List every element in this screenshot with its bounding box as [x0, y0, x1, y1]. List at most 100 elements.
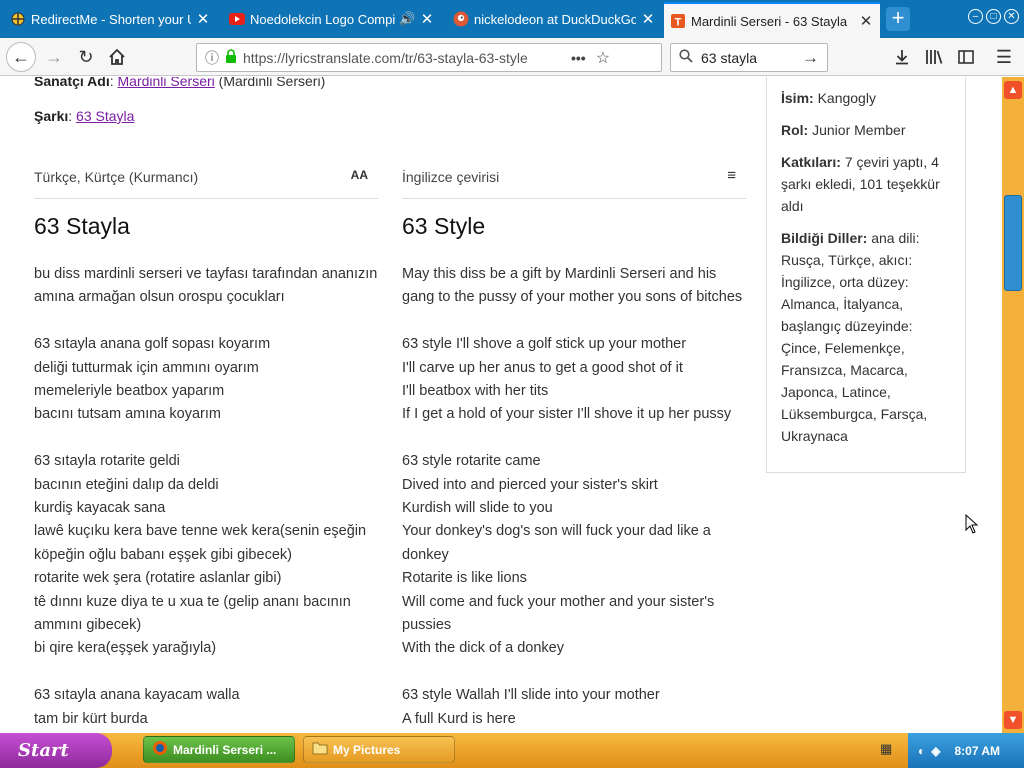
folder-icon [312, 741, 328, 758]
search-go-icon[interactable]: → [802, 48, 819, 68]
song-link[interactable]: 63 Stayla [76, 108, 134, 124]
tab-youtube[interactable]: Noedolekcin Logo Compilation 🔊 ✕ [223, 4, 441, 34]
lyric-line: 63 style rotarite came [402, 453, 541, 470]
lyric-line: Rotarite is like lions [402, 570, 527, 587]
sidebar-icon [958, 50, 974, 64]
lyric-line: 63 style Wallah I'll slide into your mot… [402, 687, 660, 704]
lyric-line: 63 sıtayla anana golf sopası koyarım [34, 336, 271, 353]
speaker-icon[interactable]: 🔊 [399, 11, 415, 27]
source-language-label: Türkçe, Kürtçe (Kurmancı) [34, 169, 199, 185]
reload-button[interactable]: ↻ [72, 43, 100, 71]
lyric-line: tê dınnı kuze diya te u xua te (gelip an… [34, 593, 351, 610]
translated-lyrics: May this diss be a gift by Mardinli Sers… [402, 263, 752, 733]
lyric-line: memeleriyle beatbox yaparım [34, 383, 225, 400]
scroll-down-arrow-icon[interactable]: ▼ [1004, 711, 1022, 729]
translator-contributions: Katkıları: 7 çeviri yaptı, 4 şarkı ekled… [781, 154, 940, 214]
font-size-toggle[interactable]: AA [351, 166, 368, 182]
network-icon[interactable]: ◐ [918, 744, 925, 758]
info-icon[interactable]: ⓘ [205, 48, 219, 68]
taskbar-item-firefox[interactable]: Mardinli Serseri ... [143, 736, 295, 763]
lock-icon [225, 49, 237, 66]
lyric-stanza: 63 sıtayla anana kayacam walla tam bir kü… [34, 684, 384, 731]
svg-text:T: T [675, 17, 682, 29]
translation-title: 63 Style [402, 213, 486, 239]
lyric-line: Your donkey's dog's son will fuck your d… [402, 523, 711, 540]
start-button[interactable]: Start [0, 733, 112, 768]
lyric-stanza: 63 style Wallah I'll slide into your mot… [402, 684, 752, 731]
library-icon [926, 50, 943, 64]
artist-label: Sanatçı Adı [34, 77, 110, 89]
lyric-line: köpeğin oğlu babanı eşşek gibi gibecek) [34, 546, 292, 563]
lyric-line: rotarite wek şera (rotatire aslanlar gib… [34, 570, 282, 587]
close-icon[interactable]: ✕ [858, 12, 874, 30]
search-bar[interactable]: 63 stayla → [670, 43, 828, 72]
taskbar-item-label: My Pictures [333, 742, 401, 757]
close-icon[interactable]: ✕ [195, 10, 211, 28]
back-arrow-icon: ← [12, 46, 30, 67]
forward-button[interactable]: → [40, 43, 68, 71]
minimize-button[interactable]: – [968, 9, 983, 24]
lyric-line: If I get a hold of your sister I'll shov… [402, 406, 732, 423]
home-button[interactable] [103, 43, 131, 71]
new-tab-button[interactable]: + [886, 7, 910, 31]
lyricstranslate-icon: T [670, 13, 686, 29]
artist-link[interactable]: Mardinli Serseri [118, 77, 215, 89]
url-bar[interactable]: ⓘ https://lyricstranslate.com/tr/63-stay… [196, 43, 662, 72]
hamburger-icon: ☰ [995, 46, 1013, 67]
close-window-button[interactable]: ✕ [1004, 9, 1019, 24]
lyric-line: 63 sıtayla rotarite geldi [34, 453, 180, 470]
bookmark-star-icon[interactable]: ☆ [596, 48, 610, 68]
mouse-cursor-icon [965, 514, 979, 534]
url-text[interactable]: https://lyricstranslate.com/tr/63-stayla… [243, 50, 565, 66]
taskbar-item-my-pictures[interactable]: My Pictures [303, 736, 455, 763]
lyric-line: bi qire kera(eşşek yarağıyla) [34, 640, 217, 657]
tab-redirectme[interactable]: RedirectMe - Shorten your URL ✕ [4, 4, 217, 34]
song-label: Şarkı [34, 108, 69, 124]
translator-info-box: İsim: Kangogly Rol: Junior Member Katkıl… [766, 77, 966, 473]
translator-name: İsim: Kangogly [781, 90, 876, 106]
tab-lyricstranslate[interactable]: T Mardinli Serseri - 63 Stayla ✕ [664, 2, 880, 38]
downloads-button[interactable] [888, 43, 916, 71]
lyric-stanza: May this diss be a gift by Mardinli Sers… [402, 263, 752, 310]
security-icon[interactable]: ◈ [931, 744, 940, 758]
duckduckgo-icon [453, 11, 469, 27]
sidebar-toggle-button[interactable] [952, 43, 980, 71]
clock: 8:07 AM [954, 743, 1001, 758]
tab-strip: RedirectMe - Shorten your URL ✕ Noedolek… [0, 0, 1024, 38]
lyric-line: bu diss mardinli serseri ve tayfası tara… [34, 266, 378, 282]
original-title: 63 Stayla [34, 213, 130, 239]
search-input[interactable]: 63 stayla [701, 50, 802, 66]
page-content: Sanatçı Adı: Mardinli Serseri (Mardinli … [0, 77, 1002, 733]
lyric-line: May this diss be a gift by Mardinli Sers… [402, 266, 717, 282]
close-icon[interactable]: ✕ [640, 10, 656, 28]
page-actions-icon[interactable]: ••• [571, 50, 586, 66]
scrollbar-thumb[interactable] [1004, 195, 1022, 291]
library-button[interactable] [920, 43, 948, 71]
maximize-button[interactable]: □ [986, 9, 1001, 24]
artist-suffix: (Mardinli Serseri) [218, 77, 326, 89]
menu-button[interactable]: ☰ [990, 43, 1018, 71]
download-icon [896, 50, 908, 65]
align-lines-icon[interactable]: ≡ [727, 167, 736, 184]
keyboard-icon[interactable]: ▦ [880, 741, 892, 757]
navigation-toolbar: ← → ↻ ⓘ https://lyricstranslate.com/tr/6… [0, 38, 1024, 76]
lyric-line: ammını gibecek) [34, 617, 142, 634]
lyric-stanza: 63 sıtayla anana golf sopası koyarım deli… [34, 333, 384, 427]
lyric-stanza: 63 style rotarite came Dived into and pie… [402, 450, 752, 661]
lyric-stanza: 63 style I'll shove a golf stick up your… [402, 333, 752, 427]
lyric-line: I'll carve up her anus to get a good sho… [402, 359, 683, 376]
source-language-header: Türkçe, Kürtçe (Kurmancı) AA [34, 166, 378, 199]
lyric-line: I'll beatbox with her tits [402, 383, 549, 400]
tab-label: nickelodeon at DuckDuckGo [474, 11, 636, 27]
lyric-line: Will come and fuck your mother and your … [402, 593, 715, 610]
forward-arrow-icon: → [45, 46, 63, 67]
tab-label: RedirectMe - Shorten your URL [31, 11, 191, 27]
lyric-line: kurdiş kayacak sana [34, 500, 166, 517]
lyric-line: lawê kuçıku kera bave tenne wek kera(sen… [34, 523, 367, 540]
tab-duckduckgo[interactable]: nickelodeon at DuckDuckGo ✕ [447, 4, 662, 34]
scroll-up-arrow-icon[interactable]: ▲ [1004, 81, 1022, 99]
back-button[interactable]: ← [6, 42, 36, 72]
close-icon[interactable]: ✕ [419, 10, 435, 28]
lyric-line: pussies [402, 617, 452, 634]
page-scrollbar[interactable]: ▲ ▼ [1002, 77, 1024, 733]
